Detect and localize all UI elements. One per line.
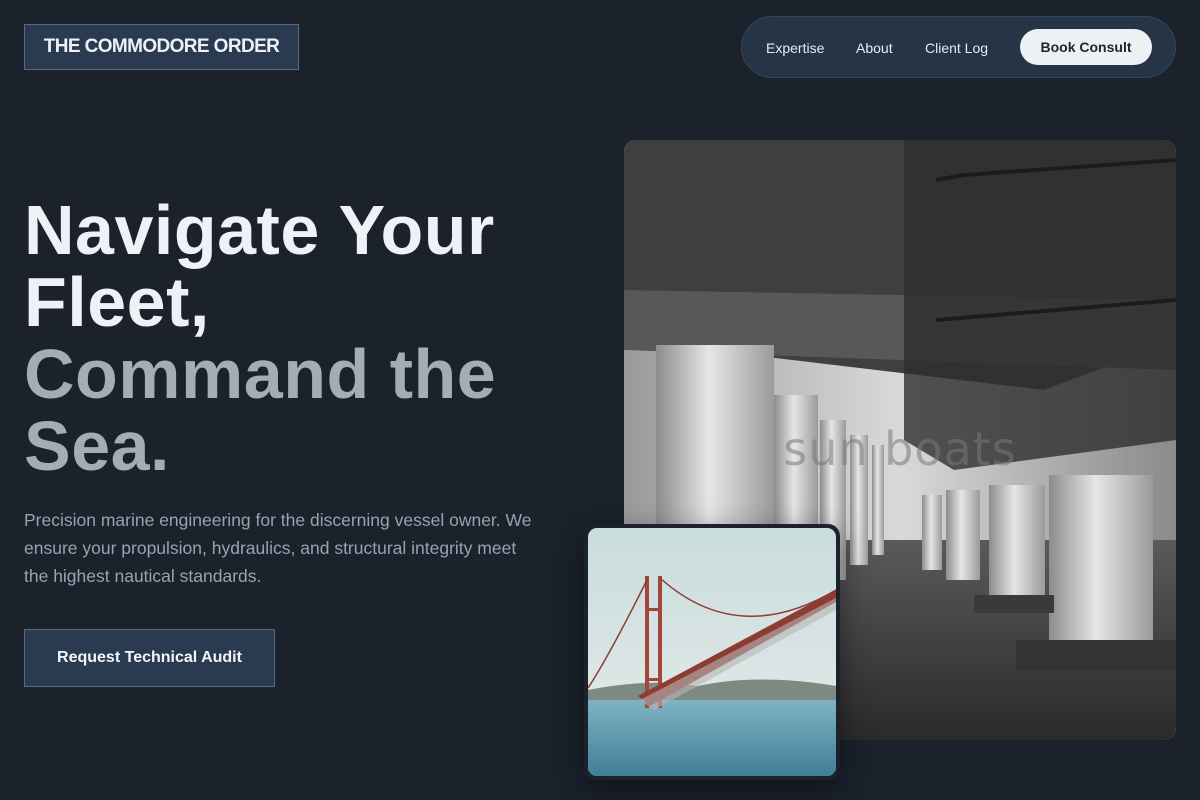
request-technical-audit-button[interactable]: Request Technical Audit (24, 629, 275, 687)
headline-line-4: Sea. (24, 407, 170, 485)
nav-link-expertise[interactable]: Expertise (766, 40, 824, 56)
headline-line-1: Navigate Your (24, 191, 495, 269)
nav-link-about[interactable]: About (856, 40, 893, 56)
suspension-bridge-photo (588, 528, 836, 776)
hero-description: Precision marine engineering for the dis… (24, 510, 532, 586)
headline-line-2: Fleet, (24, 263, 210, 341)
hero-headline: Navigate Your Fleet, Command the Sea. (24, 194, 496, 482)
image-overlay-text: sun boats (783, 422, 1017, 476)
nav-link-client-log[interactable]: Client Log (925, 40, 988, 56)
hero-inset-image (584, 524, 840, 780)
brand-logo[interactable]: THE COMMODORE ORDER (24, 24, 299, 70)
book-consult-button[interactable]: Book Consult (1020, 29, 1152, 65)
headline-line-3: Command the (24, 335, 497, 413)
top-navigation: Expertise About Client Log Book Consult (741, 16, 1176, 78)
